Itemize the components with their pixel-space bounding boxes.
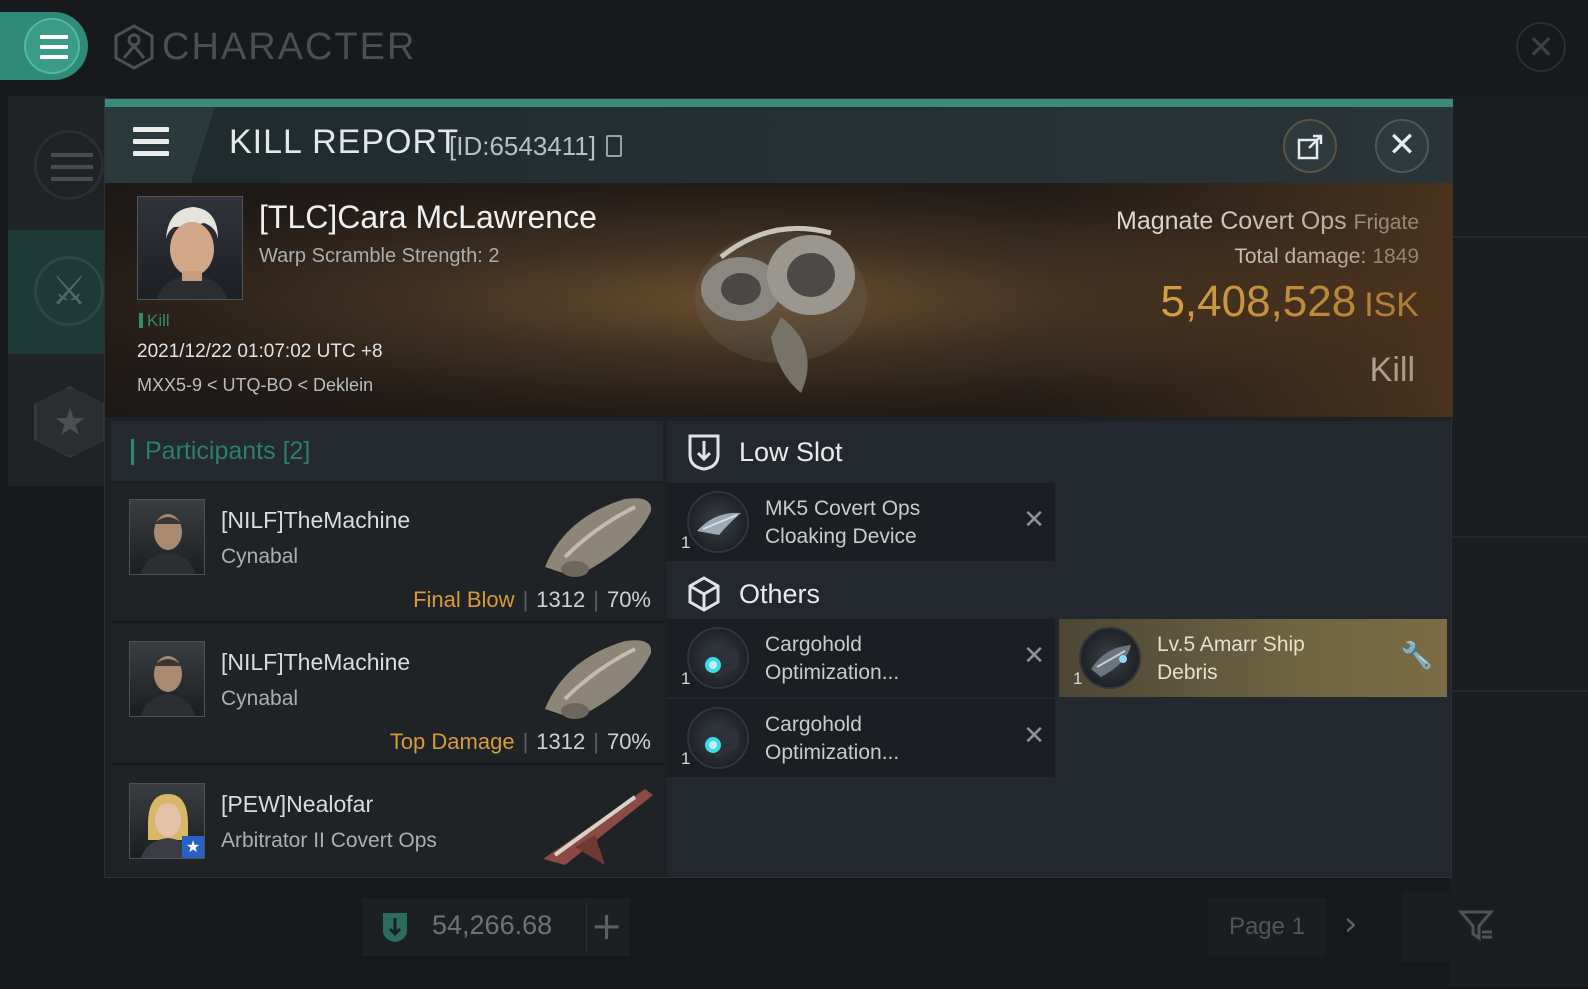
- total-damage: Total damage: 1849: [1234, 245, 1419, 268]
- participant-ship-image: [545, 498, 652, 577]
- participant-row[interactable]: [NILF]TheMachine Cynabal Top Damage | 1312…: [111, 625, 663, 765]
- crossed-swords-icon[interactable]: ⚔: [34, 256, 104, 326]
- low-slot-header: Low Slot: [667, 421, 1451, 483]
- modal-menu-button[interactable]: [105, 107, 215, 183]
- fitting-panel: Low Slot 1 MK5 Covert Ops Cloaking Devic…: [667, 421, 1451, 877]
- kill-location[interactable]: MXX5-9 < UTQ-BO < Deklein: [137, 375, 373, 396]
- participant-ship: Arbitrator II Covert Ops: [221, 829, 437, 852]
- victim-name[interactable]: [TLC]Cara McLawrence: [259, 199, 597, 236]
- external-link-icon: [1297, 134, 1323, 160]
- copy-icon[interactable]: [606, 135, 622, 157]
- destroyed-icon: ✕: [1023, 641, 1045, 671]
- section-title: CHARACTER: [162, 26, 417, 68]
- item-name: MK5 Covert Ops Cloaking Device: [765, 497, 921, 548]
- cargo-item[interactable]: 1 Cargohold Optimization... ✕: [667, 619, 1055, 697]
- participant-stats: Top Damage | 1312 | 70%: [389, 729, 651, 754]
- star-icon: ★: [182, 836, 204, 858]
- cargo-item[interactable]: 1 Cargohold Optimization... ✕: [667, 699, 1055, 777]
- item-name: Lv.5 Amarr Ship Debris: [1157, 633, 1305, 684]
- kill-timestamp: 2021/12/22 01:07:02 UTC +8: [137, 341, 383, 362]
- cargohold-optimization-icon: [687, 707, 749, 769]
- rail-menu-button[interactable]: [34, 130, 104, 200]
- result-tag: Kill: [1369, 351, 1415, 389]
- low-slot-icon: [383, 913, 407, 942]
- participant-ship: Cynabal: [221, 545, 299, 568]
- destroyed-icon: ✕: [1023, 721, 1045, 751]
- share-button[interactable]: [1283, 119, 1337, 173]
- close-icon[interactable]: ✕: [1516, 22, 1566, 72]
- modal-title: KILL REPORT: [229, 123, 460, 161]
- victim-ship-image: [695, 226, 867, 393]
- participant-stats: Final Blow | 1312 | 70%: [413, 587, 651, 612]
- cargohold-optimization-icon: [687, 627, 749, 689]
- character-icon: [114, 24, 154, 70]
- participant-row[interactable]: ★ [PEW]Nealofar Arbitrator II Covert Ops: [111, 767, 663, 875]
- cloaking-device-icon: [687, 491, 749, 553]
- modal-header: KILL REPORT [ID:6543411] ✕: [105, 107, 1453, 183]
- participants-header: Participants [2]: [111, 421, 663, 481]
- modal-close-button[interactable]: ✕: [1375, 119, 1429, 173]
- participant-portrait: [129, 499, 205, 575]
- participant-portrait: ★: [129, 783, 205, 859]
- currency-bar: 54,266.68 +: [362, 898, 630, 956]
- others-header: Others: [667, 563, 1451, 625]
- top-bar: CHARACTER ✕: [0, 0, 1588, 96]
- filter-button[interactable]: [1402, 892, 1552, 962]
- star-badge-icon[interactable]: ★: [34, 386, 106, 458]
- destroyed-icon: ✕: [1023, 505, 1045, 535]
- isk-value: 5,408,528 ISK: [1160, 277, 1419, 326]
- report-id: [ID:6543411]: [449, 131, 596, 161]
- participant-row[interactable]: [NILF]TheMachine Cynabal Final Blow | 1312…: [111, 483, 663, 623]
- chevron-right-icon[interactable]: ›: [1344, 904, 1358, 944]
- wrench-icon: 🔧: [1400, 641, 1433, 671]
- participant-name: [NILF]TheMachine: [221, 507, 411, 533]
- side-rail: ⚔ ★: [8, 96, 106, 486]
- item-name: Cargohold Optimization...: [765, 633, 900, 684]
- kill-tag: Kill: [139, 311, 170, 331]
- background-panel: [1450, 96, 1588, 986]
- victim-subtitle: Warp Scramble Strength: 2: [259, 245, 500, 267]
- ship-debris-icon: [1079, 627, 1141, 689]
- kill-report-modal: KILL REPORT [ID:6543411] ✕ [TLC]Cara McL…: [104, 98, 1453, 878]
- low-slot-icon: [688, 434, 720, 471]
- main-menu-button[interactable]: [0, 12, 88, 80]
- participants-panel: Participants [2] [NILF]TheMachine Cynaba…: [111, 421, 663, 875]
- filter-icon: [1458, 910, 1494, 941]
- victim-banner: [TLC]Cara McLawrence Warp Scramble Stren…: [105, 183, 1453, 417]
- cargo-box-icon: [688, 576, 720, 612]
- participant-ship-image: [543, 789, 653, 865]
- participant-portrait: [129, 641, 205, 717]
- add-currency-button[interactable]: +: [586, 902, 626, 952]
- item-name: Cargohold Optimization...: [765, 713, 900, 764]
- currency-value: 54,266.68: [432, 910, 553, 940]
- hamburger-icon: [24, 18, 80, 74]
- participant-ship: Cynabal: [221, 687, 299, 710]
- participant-name: [PEW]Nealofar: [221, 791, 374, 817]
- participant-ship-image: [545, 640, 652, 719]
- participant-name: [NILF]TheMachine: [221, 649, 411, 675]
- victim-portrait: [137, 196, 243, 300]
- modal-accent-line: [105, 99, 1453, 107]
- victim-ship-name[interactable]: Magnate Covert Ops Frigate: [1116, 207, 1419, 236]
- cargo-item[interactable]: 1 Lv.5 Amarr Ship Debris 🔧: [1059, 619, 1447, 697]
- fitted-item[interactable]: 1 MK5 Covert Ops Cloaking Device ✕: [667, 483, 1055, 561]
- page-indicator[interactable]: Page 1: [1208, 898, 1326, 956]
